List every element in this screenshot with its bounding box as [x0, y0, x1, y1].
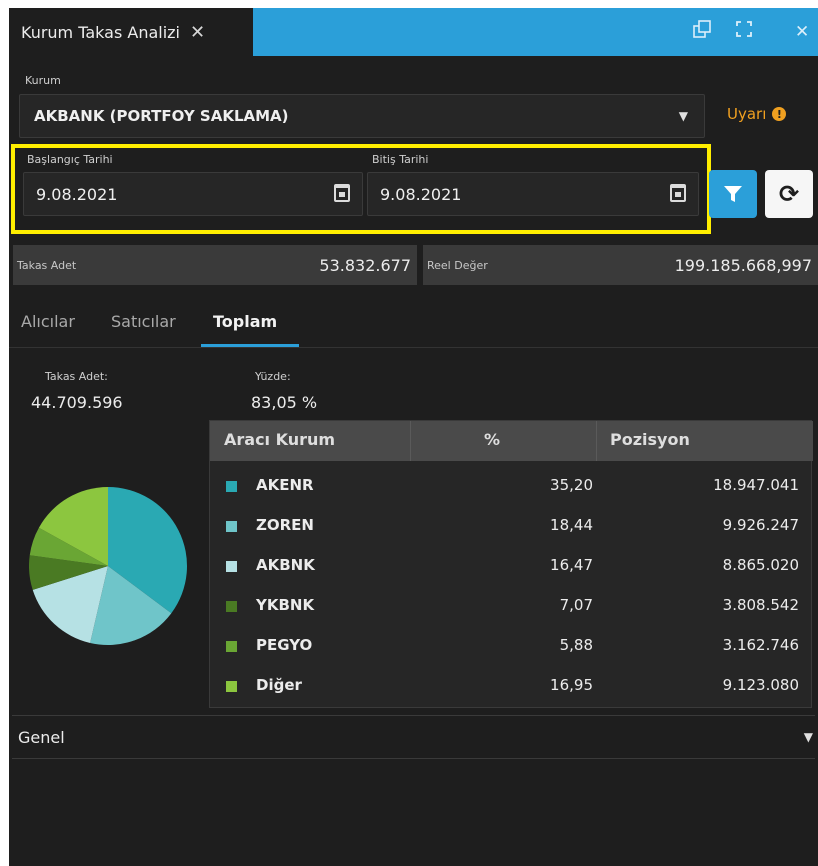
row-name: AKENR	[256, 476, 314, 494]
reel-deger-bar: Reel Değer 199.185.668,997	[423, 245, 818, 285]
window-tab-title: Kurum Takas Analizi	[21, 22, 180, 42]
tab-saticilar[interactable]: Satıcılar	[111, 312, 176, 331]
legend-swatch	[226, 641, 237, 652]
title-bar: Kurum Takas Analizi ✕ ✕	[9, 8, 818, 56]
reel-deger-value: 199.185.668,997	[674, 255, 812, 275]
end-date-label: Bitiş Tarihi	[372, 153, 429, 166]
start-date-value: 9.08.2021	[36, 184, 118, 204]
row-position: 9.123.080	[722, 676, 799, 694]
row-name: PEGYO	[256, 636, 313, 654]
filter-button[interactable]	[709, 170, 757, 218]
chevron-down-icon: ▼	[803, 730, 813, 744]
pie-chart	[28, 487, 187, 645]
takas-adet-bar: Takas Adet 53.832.677	[13, 245, 417, 285]
window-close-icon[interactable]: ✕	[795, 20, 809, 44]
takas-adet-value: 53.832.677	[319, 255, 411, 275]
header-araci-kurum[interactable]: Aracı Kurum	[224, 430, 335, 449]
summary-takas-adet-value: 44.709.596	[31, 393, 123, 412]
top-margin	[0, 0, 818, 8]
kurum-label: Kurum	[25, 74, 61, 87]
row-position: 3.162.746	[722, 636, 799, 654]
uyari-link[interactable]: Uyarı !	[727, 105, 787, 123]
table-row[interactable]: ZOREN 18,44 9.926.247	[210, 506, 813, 546]
tab-bar: Alıcılar Satıcılar Toplam	[9, 306, 818, 348]
takas-adet-label: Takas Adet	[17, 258, 77, 272]
header-pozisyon[interactable]: Pozisyon	[610, 430, 690, 449]
tab-close-icon[interactable]: ✕	[190, 22, 205, 43]
row-position: 3.808.542	[722, 596, 799, 614]
window-tab[interactable]: Kurum Takas Analizi ✕	[9, 8, 253, 56]
end-date-value: 9.08.2021	[380, 184, 462, 204]
genel-label: Genel	[18, 727, 65, 747]
table-row[interactable]: PEGYO 5,88 3.162.746	[210, 626, 813, 666]
row-percent: 5,88	[559, 636, 593, 654]
filter-icon	[724, 186, 742, 202]
table-row[interactable]: Diğer 16,95 9.123.080	[210, 666, 813, 706]
summary-yuzde-label: Yüzde:	[255, 370, 291, 383]
table-row[interactable]: AKBNK 16,47 8.865.020	[210, 546, 813, 586]
row-percent: 16,95	[550, 676, 593, 694]
kurum-select[interactable]: AKBANK (PORTFOY SAKLAMA) ▼	[19, 94, 705, 138]
row-name: Diğer	[256, 676, 302, 694]
legend-swatch	[226, 601, 237, 612]
fullscreen-icon[interactable]	[735, 20, 753, 45]
row-percent: 35,20	[550, 476, 593, 494]
start-date-label: Başlangıç Tarihi	[27, 153, 113, 166]
header-percent[interactable]: %	[484, 430, 500, 449]
reel-deger-label: Reel Değer	[427, 258, 488, 272]
pie-chart-area	[28, 423, 209, 708]
end-date-field[interactable]: 9.08.2021	[367, 172, 699, 216]
table-header: Aracı Kurum % Pozisyon	[210, 421, 813, 461]
calendar-icon[interactable]	[670, 184, 686, 202]
popout-icon[interactable]	[693, 20, 711, 45]
row-position: 8.865.020	[722, 556, 799, 574]
summary-yuzde-value: 83,05 %	[251, 393, 318, 412]
row-percent: 7,07	[559, 596, 593, 614]
position-table: Aracı Kurum % Pozisyon AKENR 35,20 18.94…	[209, 420, 813, 708]
header-divider	[596, 421, 597, 461]
row-name: YKBNK	[256, 596, 315, 614]
start-date-field[interactable]: 9.08.2021	[23, 172, 363, 216]
row-name: AKBNK	[256, 556, 315, 574]
uyari-label: Uyarı	[727, 105, 767, 123]
kurum-takas-window: Kurum Takas Analizi ✕ ✕ Kurum AKBANK (PO…	[9, 8, 818, 866]
legend-swatch	[226, 481, 237, 492]
chevron-down-icon: ▼	[678, 109, 688, 123]
legend-swatch	[226, 561, 237, 572]
header-divider	[410, 421, 411, 461]
row-percent: 18,44	[550, 516, 593, 534]
refresh-button[interactable]: ⟳	[765, 170, 813, 218]
warning-icon: !	[772, 107, 787, 121]
row-percent: 16,47	[550, 556, 593, 574]
legend-swatch	[226, 521, 237, 532]
table-row[interactable]: AKENR 35,20 18.947.041	[210, 466, 813, 506]
row-position: 9.926.247	[722, 516, 799, 534]
summary-takas-adet-label: Takas Adet:	[45, 370, 108, 383]
row-position: 18.947.041	[713, 476, 799, 494]
legend-swatch	[226, 681, 237, 692]
tab-alicilar[interactable]: Alıcılar	[21, 312, 75, 331]
calendar-icon[interactable]	[334, 184, 350, 202]
kurum-select-value: AKBANK (PORTFOY SAKLAMA)	[34, 107, 289, 125]
genel-select[interactable]: Genel ▼	[12, 715, 815, 759]
refresh-icon: ⟳	[778, 180, 800, 208]
active-tab-indicator	[201, 344, 299, 347]
row-name: ZOREN	[256, 516, 314, 534]
tab-toplam[interactable]: Toplam	[213, 312, 277, 331]
table-row[interactable]: YKBNK 7,07 3.808.542	[210, 586, 813, 626]
